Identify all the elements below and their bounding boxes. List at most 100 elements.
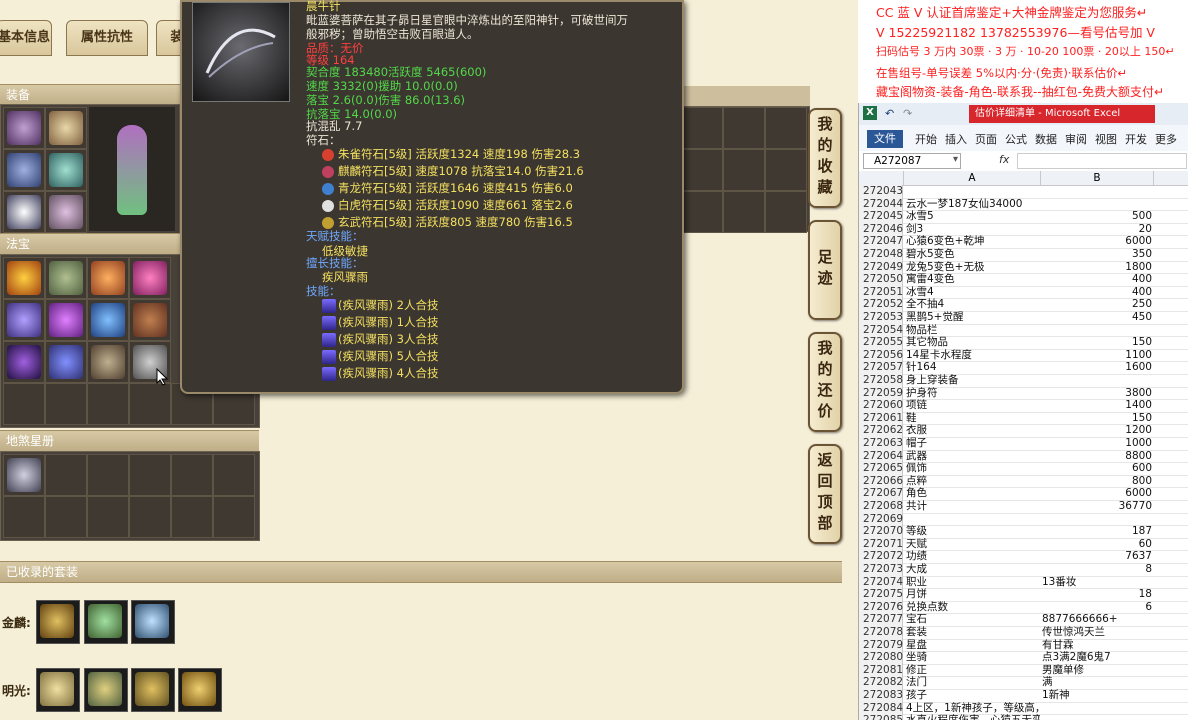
suit-item-slot[interactable] <box>36 668 80 712</box>
ribbon-tab-review[interactable]: 审阅 <box>1065 131 1087 149</box>
star-slot[interactable] <box>3 496 45 538</box>
cell-a[interactable]: 鞋 <box>906 412 1040 425</box>
cell-b[interactable]: 1600 <box>1042 361 1152 374</box>
cell-a[interactable]: 冰雪4 <box>906 286 1040 299</box>
row-number[interactable]: 272082 <box>859 676 903 689</box>
equip-slot[interactable] <box>45 107 87 149</box>
cell-b[interactable]: 1200 <box>1042 424 1152 437</box>
row-number[interactable]: 272056 <box>859 348 903 362</box>
suit-item-slot[interactable] <box>36 600 80 644</box>
cell-b[interactable]: 8 <box>1042 563 1152 576</box>
row-number[interactable]: 272053 <box>859 311 903 324</box>
cell-b[interactable]: 600 <box>1042 462 1152 475</box>
cell-a[interactable]: 共计 <box>906 500 1040 513</box>
star-slot[interactable] <box>129 454 171 496</box>
treasure-slot[interactable] <box>129 383 171 425</box>
ribbon-tab-data[interactable]: 数据 <box>1035 131 1057 149</box>
suit-item-slot[interactable] <box>84 600 128 644</box>
cell-a[interactable]: 武器 <box>906 450 1040 463</box>
row-number[interactable]: 272044 <box>859 197 903 211</box>
row-number[interactable]: 272063 <box>859 437 903 450</box>
cell-b[interactable]: 150 <box>1042 412 1152 425</box>
row-number[interactable]: 272052 <box>859 298 903 311</box>
cell-a[interactable]: 碧水5变色 <box>906 248 1040 261</box>
treasure-slot[interactable] <box>45 299 87 341</box>
storage-slot[interactable] <box>765 149 807 191</box>
cell-a[interactable]: 云水一梦187女仙34000 <box>906 198 1040 211</box>
ribbon-tab-more[interactable]: 更多 <box>1155 131 1177 149</box>
storage-slot[interactable] <box>681 149 723 191</box>
row-number[interactable]: 272061 <box>859 411 903 425</box>
row-number[interactable]: 272077 <box>859 613 903 626</box>
cell-b[interactable]: 满 <box>1042 676 1152 689</box>
cell-a[interactable]: 14星卡水程度 <box>906 349 1040 362</box>
equip-slot[interactable] <box>3 191 45 233</box>
star-slot[interactable] <box>171 454 213 496</box>
my-favorites-button[interactable]: 我的收藏 <box>808 108 842 208</box>
row-number[interactable]: 272045 <box>859 210 903 223</box>
row-number[interactable]: 272074 <box>859 575 903 589</box>
ribbon-tab-insert[interactable]: 插入 <box>945 131 967 149</box>
row-number[interactable]: 272076 <box>859 600 903 614</box>
storage-slot[interactable] <box>723 107 765 149</box>
cell-b[interactable]: 60 <box>1042 538 1152 551</box>
row-number[interactable]: 272046 <box>859 222 903 236</box>
treasure-slot[interactable] <box>87 257 129 299</box>
cell-a[interactable]: 宝石 <box>906 613 1040 626</box>
treasure-slot[interactable] <box>3 299 45 341</box>
row-number[interactable]: 272083 <box>859 689 903 702</box>
cell-a[interactable]: 套装 <box>906 626 1040 639</box>
cell-b[interactable]: 1100 <box>1042 349 1152 362</box>
treasure-slot[interactable] <box>129 299 171 341</box>
cell-a[interactable]: 水直火程度伤害，心猿五无变奇，装备完完完全 <box>906 714 1040 720</box>
row-number[interactable]: 272070 <box>859 525 903 538</box>
cell-b[interactable]: 有甘霖 <box>1042 639 1152 652</box>
row-number[interactable]: 272085 <box>859 714 903 720</box>
treasure-slot[interactable] <box>3 341 45 383</box>
cell-a[interactable]: 天赋 <box>906 538 1040 551</box>
star-slot[interactable] <box>45 496 87 538</box>
treasure-slot[interactable] <box>45 341 87 383</box>
footprint-button[interactable]: 足迹 <box>808 220 842 320</box>
ribbon-tab-formula[interactable]: 公式 <box>1005 131 1027 149</box>
redo-icon[interactable]: ↷ <box>903 107 912 120</box>
cell-a[interactable]: 心猿6变色+乾坤 <box>906 235 1040 248</box>
cell-b[interactable]: 450 <box>1042 311 1152 324</box>
cell-a[interactable]: 针164 <box>906 361 1040 374</box>
storage-slot[interactable] <box>723 149 765 191</box>
cell-a[interactable]: 物品栏 <box>906 324 1040 337</box>
cell-a[interactable]: 角色 <box>906 487 1040 500</box>
row-number[interactable]: 272073 <box>859 563 903 576</box>
cell-a[interactable]: 大成 <box>906 563 1040 576</box>
tab-basic-info[interactable]: 基本信息 <box>0 20 52 56</box>
cell-a[interactable]: 帽子 <box>906 437 1040 450</box>
row-number[interactable]: 272043 <box>859 185 903 198</box>
cell-b[interactable]: 6 <box>1042 601 1152 614</box>
star-slot[interactable] <box>87 496 129 538</box>
cell-b[interactable]: 7637 <box>1042 550 1152 563</box>
row-number[interactable]: 272047 <box>859 235 903 248</box>
column-header-a[interactable]: A <box>904 171 1041 185</box>
cell-a[interactable]: 身上穿装备 <box>906 374 1040 387</box>
row-number[interactable]: 272060 <box>859 399 903 412</box>
cell-a[interactable]: 法门 <box>906 676 1040 689</box>
star-slot[interactable] <box>3 454 45 496</box>
cell-a[interactable]: 职业 <box>906 576 1040 589</box>
storage-slot[interactable] <box>765 107 807 149</box>
cell-a[interactable]: 剑3 <box>906 223 1040 236</box>
ribbon-tab-view[interactable]: 视图 <box>1095 131 1117 149</box>
back-to-top-button[interactable]: 返回顶部 <box>808 444 842 544</box>
cell-b[interactable]: 20 <box>1042 223 1152 236</box>
undo-icon[interactable]: ↶ <box>885 107 894 120</box>
suit-item-slot[interactable] <box>131 668 175 712</box>
cell-a[interactable]: 月饼 <box>906 588 1040 601</box>
cell-b[interactable]: 1000 <box>1042 437 1152 450</box>
name-box[interactable]: A272087 <box>863 153 961 169</box>
cell-a[interactable]: 坐骑 <box>906 651 1040 664</box>
row-number[interactable]: 272057 <box>859 361 903 374</box>
cell-b[interactable]: 点3满2魔6鬼7 <box>1042 651 1152 664</box>
cell-a[interactable]: 4上区，1新神孩子，等级高，法门满，传世惊鸿4阶 <box>906 702 1040 715</box>
cell-a[interactable]: 修正 <box>906 664 1040 677</box>
star-slot[interactable] <box>129 496 171 538</box>
cell-b[interactable]: 传世惊鸿天兰 <box>1042 626 1152 639</box>
